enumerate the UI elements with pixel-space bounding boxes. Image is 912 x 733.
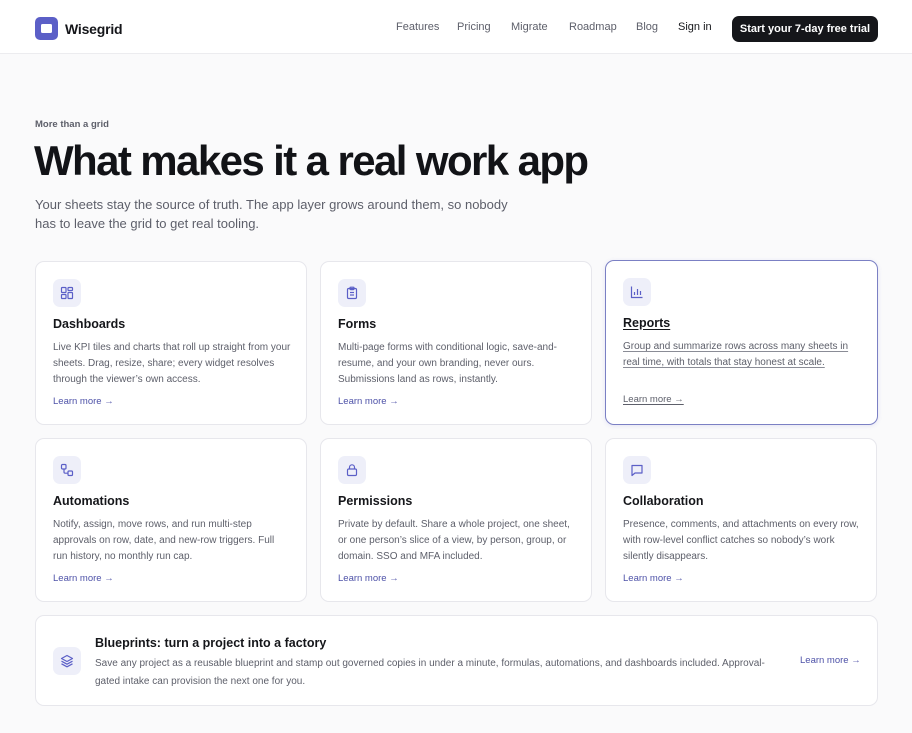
card-description: Multi-page forms with conditional logic,…	[338, 342, 557, 385]
page-title: What makes it a real work app	[34, 137, 589, 184]
lock-icon	[338, 456, 366, 484]
site-header: Wisegrid Features Pricing Migrate Roadma…	[0, 0, 912, 54]
feature-card-reports[interactable]: Reports Group and summarize rows across …	[605, 260, 878, 425]
feature-card-collaboration[interactable]: Collaboration Presence, comments, and at…	[605, 438, 877, 602]
nav-link-roadmap[interactable]: Roadmap	[569, 21, 617, 33]
card-title: Collaboration	[623, 494, 704, 508]
learn-more-link[interactable]: Learn more →	[623, 394, 684, 405]
feature-card-dashboards[interactable]: Dashboards Live KPI tiles and charts tha…	[35, 261, 307, 425]
nav-link-features[interactable]: Features	[396, 21, 439, 33]
feature-card-automations[interactable]: Automations Notify, assign, move rows, a…	[35, 438, 307, 602]
feature-card-forms[interactable]: Forms Multi-page forms with conditional …	[320, 261, 592, 425]
card-description: Live KPI tiles and charts that roll up s…	[53, 342, 291, 385]
card-description: Private by default. Share a whole projec…	[338, 519, 570, 562]
feature-card-permissions[interactable]: Permissions Private by default. Share a …	[320, 438, 592, 602]
sign-in-link[interactable]: Sign in	[678, 21, 712, 33]
learn-more-link[interactable]: Learn more →	[53, 573, 114, 584]
nav-link-migrate[interactable]: Migrate	[511, 21, 548, 33]
bar-chart-icon	[623, 278, 651, 306]
card-title: Forms	[338, 317, 377, 331]
workflow-icon	[53, 456, 81, 484]
layers-icon	[53, 647, 81, 675]
blueprint-title: Blueprints: turn a project into a factor…	[95, 636, 327, 650]
section-lede: Your sheets stay the source of truth. Th…	[35, 197, 508, 231]
nav-link-pricing[interactable]: Pricing	[457, 21, 491, 33]
clipboard-icon	[338, 279, 366, 307]
card-title: Automations	[53, 494, 130, 508]
card-description: Notify, assign, move rows, and run multi…	[53, 519, 275, 562]
blueprint-callout: Blueprints: turn a project into a factor…	[35, 615, 878, 706]
learn-more-link[interactable]: Learn more →	[338, 396, 399, 407]
card-title: Dashboards	[53, 317, 126, 331]
learn-more-link[interactable]: Learn more →	[53, 396, 114, 407]
start-trial-button[interactable]: Start your 7-day free trial	[732, 16, 878, 42]
chat-icon	[623, 456, 651, 484]
card-title: Permissions	[338, 494, 413, 508]
blueprint-description: Save any project as a reusable blueprint…	[95, 658, 765, 687]
learn-more-link[interactable]: Learn more →	[338, 573, 399, 584]
blueprint-learn-more-link[interactable]: Learn more →	[800, 655, 861, 666]
card-title: Reports	[623, 316, 671, 330]
card-description: Group and summarize rows across many she…	[623, 341, 849, 368]
grid-icon	[53, 279, 81, 307]
learn-more-link[interactable]: Learn more →	[623, 573, 684, 584]
section-eyebrow: More than a grid	[35, 119, 109, 130]
nav-link-blog[interactable]: Blog	[636, 21, 658, 33]
card-description: Presence, comments, and attachments on e…	[623, 519, 859, 562]
